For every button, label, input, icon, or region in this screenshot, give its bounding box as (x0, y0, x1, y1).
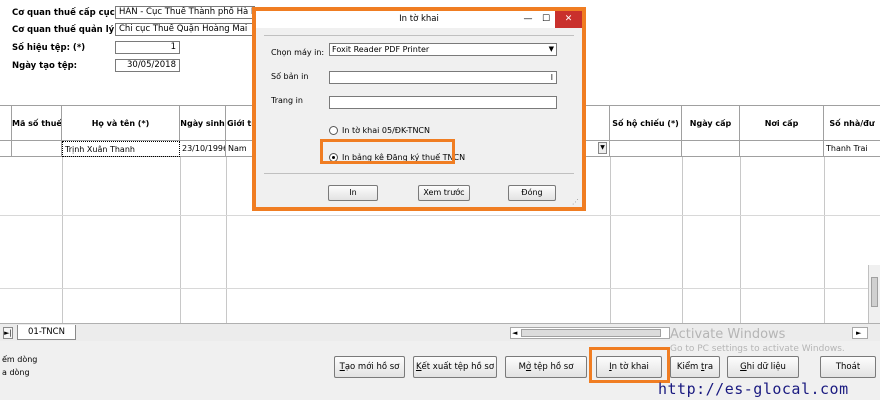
option-highlight (320, 139, 455, 164)
in-to-khai-highlight (589, 347, 670, 383)
grid-cell-so-nha[interactable]: Thanh Trai (824, 141, 880, 157)
grid-line (682, 157, 683, 323)
so-hieu-tep-label: Số hiệu tệp: (*) (12, 43, 86, 53)
scroll-right-icon[interactable]: ► (856, 328, 861, 338)
dong-button[interactable]: Đóng (508, 185, 556, 201)
grid-col-header-blank (584, 106, 610, 142)
vertical-scrollbar[interactable] (868, 265, 880, 323)
ghi-du-lieu-hotkey: G (740, 362, 747, 372)
grid-line (180, 157, 181, 323)
printer-select[interactable]: Foxit Reader PDF Printer ▼ (329, 43, 557, 56)
grid-col-header-ngay-cap: Ngày cấp (682, 106, 740, 142)
radio-in-to-khai-label[interactable]: In tờ khai 05/ĐK-TNCN (342, 126, 430, 135)
status-text-1: ếm dòng (2, 355, 38, 364)
scroll-left-icon[interactable]: ◄ (512, 328, 517, 338)
grid-col-header-0 (0, 106, 12, 142)
tao-moi-ho-so-button[interactable]: Tạo mới hồ sơ (334, 356, 405, 378)
grid-cell-noi-cap[interactable] (740, 141, 824, 157)
ket-xuat-tep-ho-so-button[interactable]: Kết xuất tệp hồ sơ (413, 356, 497, 378)
kiem-tra-label: ra (704, 362, 714, 372)
co-quan-cap-cuc-label: Cơ quan thuế cấp cục: (12, 8, 119, 18)
grid-col-header-ma-so-thue: Mã số thuế (12, 106, 62, 142)
thoat-button[interactable]: Thoát (820, 356, 876, 378)
horizontal-scrollbar[interactable]: ◄ (510, 327, 670, 339)
minimize-icon[interactable]: — (519, 11, 537, 28)
grid-col-header-ho-ten: Họ và tên (*) (62, 106, 180, 142)
tab-nav-next-button[interactable]: ►| (3, 327, 13, 339)
kiem-tra-button[interactable]: Kiểm tra (670, 356, 720, 378)
close-icon[interactable]: ✕ (555, 11, 582, 28)
chevron-down-icon[interactable]: ▼ (549, 44, 554, 55)
grid-cell-dropdown[interactable]: ▼ (584, 141, 610, 157)
maximize-icon[interactable]: ☐ (537, 11, 555, 28)
grid-line (0, 215, 880, 216)
chevron-down-icon[interactable]: ▼ (598, 142, 607, 154)
in-button[interactable]: In (328, 185, 378, 201)
grid-line (226, 157, 227, 323)
trang-in-input[interactable] (329, 96, 557, 109)
co-quan-quan-ly-field[interactable]: Chi cục Thuế Quận Hoàng Mai (115, 23, 255, 36)
tao-moi-label: ạo mới hồ sơ (344, 362, 400, 372)
grid-cell-ngay-sinh[interactable]: 23/10/1996 (180, 141, 226, 157)
mo-tep-prefix: M (518, 362, 526, 372)
ghi-du-lieu-label: hi dữ liệu (746, 362, 786, 372)
ket-xuat-label: ết xuất tệp hồ sơ (421, 362, 495, 372)
xem-truoc-button[interactable]: Xem trước (418, 185, 470, 201)
grid-cell-ma-so-thue[interactable] (12, 141, 62, 157)
site-url-watermark: http://es-glocal.com (658, 380, 849, 398)
kiem-tra-prefix: Kiểm (676, 362, 702, 372)
grid-cell-0[interactable] (0, 141, 12, 157)
resize-grip-icon[interactable]: ⋰ (572, 198, 579, 206)
grid-cell-so-ho-chieu[interactable] (610, 141, 682, 157)
mo-tep-ho-so-button[interactable]: Mở tệp hồ sơ (505, 356, 587, 378)
status-text-2: a dòng (2, 368, 30, 377)
mo-tep-label: tệp hồ sơ (531, 362, 574, 372)
ngay-tao-tep-field[interactable]: 30/05/2018 (115, 59, 180, 72)
activate-windows-title: Activate Windows (670, 327, 786, 342)
scroll-right-button[interactable]: ► (852, 327, 868, 339)
so-ban-in-input[interactable]: l (329, 71, 557, 84)
grid-col-header-ngay-sinh: Ngày sinh (180, 106, 226, 142)
vertical-scrollbar-thumb[interactable] (871, 277, 878, 307)
grid-line (0, 288, 880, 289)
radio-in-to-khai[interactable] (329, 126, 338, 135)
group-frame-top (264, 35, 574, 36)
co-quan-cap-cuc-field[interactable]: HAN - Cục Thuế Thành phố Hà Nội (115, 6, 255, 19)
ghi-du-lieu-button[interactable]: Ghi dữ liệu (727, 356, 799, 378)
grid-line (740, 157, 741, 323)
activate-windows-subtitle: Go to PC settings to activate Windows. (670, 344, 845, 354)
grid-col-header-so-nha: Số nhà/đư (829, 119, 875, 128)
ngay-tao-tep-label: Ngày tạo tệp: (12, 61, 78, 71)
scrollbar-thumb[interactable] (521, 329, 661, 337)
so-hieu-tep-field[interactable]: 1 (115, 41, 180, 54)
tab-01-tncn[interactable]: 01-TNCN (17, 325, 76, 340)
chon-may-in-label: Chọn máy in: (271, 48, 325, 57)
so-ban-in-label: Số bản in (271, 72, 309, 81)
grid-col-header-noi-cap: Nơi cấp (740, 106, 824, 142)
grid-line (824, 157, 825, 323)
grid-line (62, 157, 63, 323)
group-frame-bottom (264, 173, 574, 174)
grid-col-header-so-ho-chieu: Số hộ chiếu (*) (610, 106, 682, 142)
grid-cell-ngay-cap[interactable] (682, 141, 740, 157)
grid-cell-ho-ten[interactable]: Trịnh Xuân Thanh (62, 141, 180, 157)
grid-line (610, 157, 611, 323)
trang-in-label: Trang in (271, 96, 303, 105)
in-to-khai-dialog: In tờ khai — ☐ ✕ Chọn máy in: Foxit Read… (252, 7, 586, 211)
printer-select-value: Foxit Reader PDF Printer (332, 45, 430, 54)
